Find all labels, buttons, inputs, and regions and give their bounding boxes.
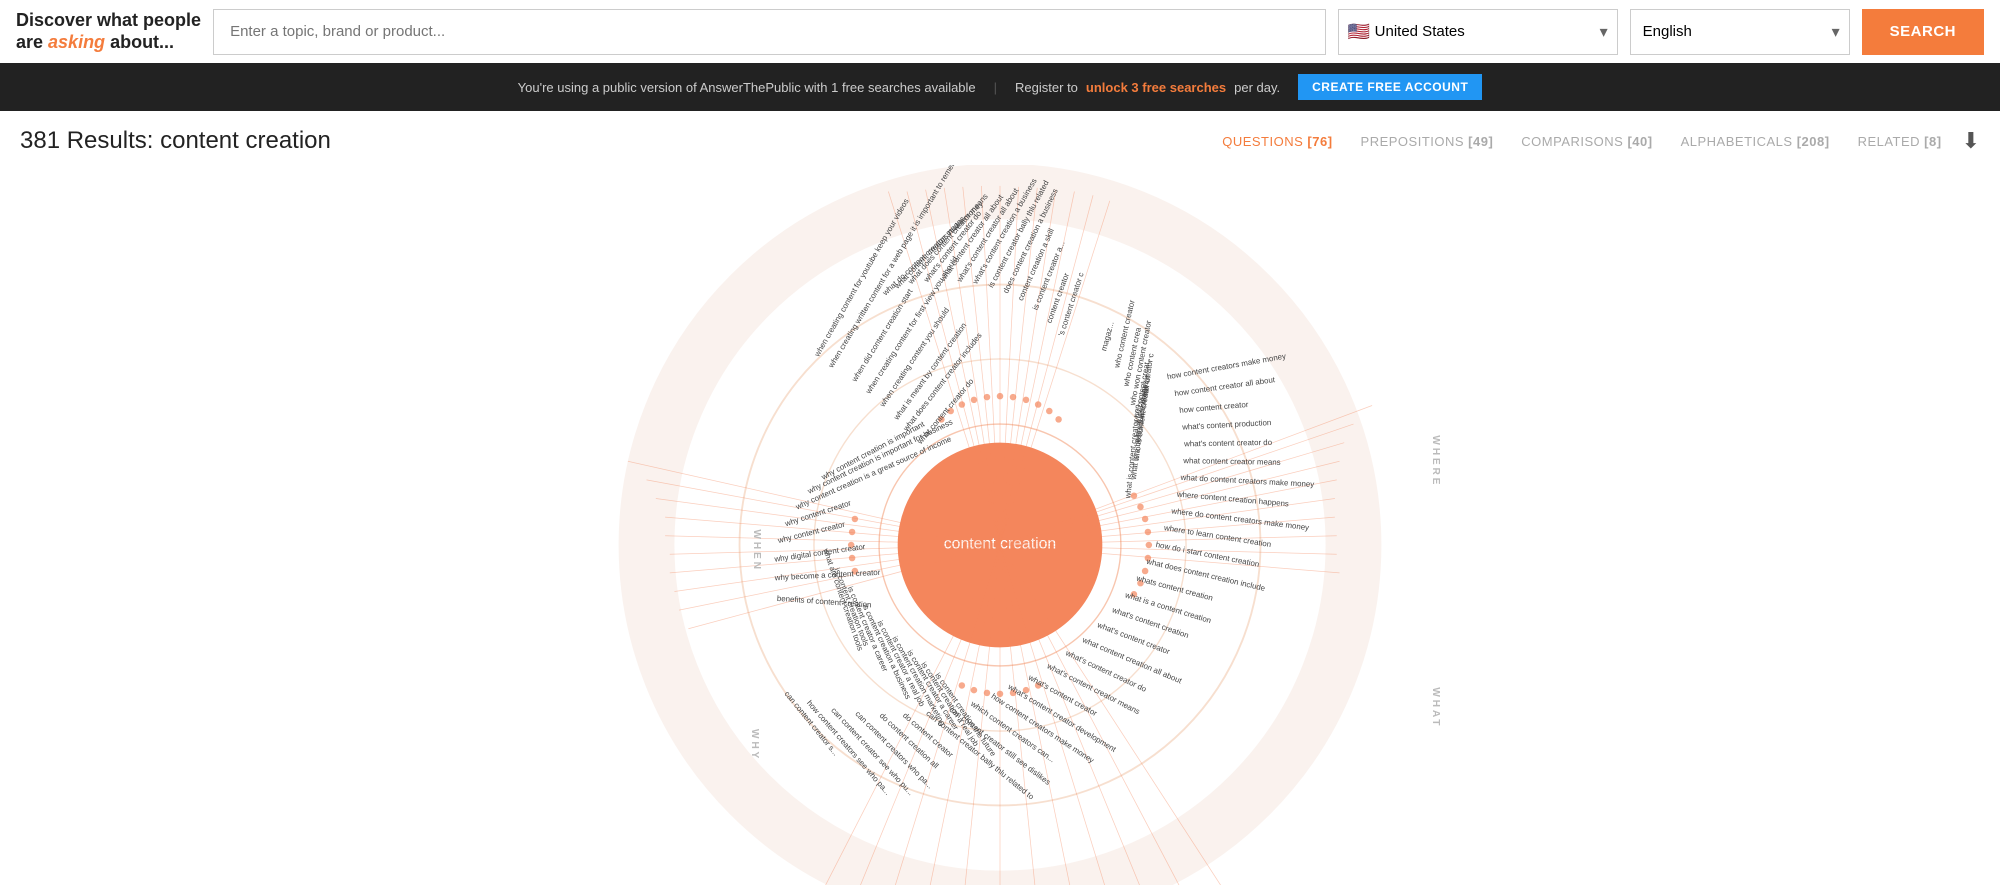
results-count: 381 xyxy=(20,127,60,154)
notification-text2: Register to xyxy=(1015,80,1078,95)
create-account-button[interactable]: CREATE FREE ACCOUNT xyxy=(1298,74,1482,100)
divider: | xyxy=(994,80,997,95)
header: Discover what people are asking about...… xyxy=(0,0,2000,63)
tab-alphabeticals[interactable]: ALPHABETICALS [208] xyxy=(1681,134,1830,149)
section-label-what: WHAT xyxy=(1430,687,1441,728)
results-bar: 381 Results: content creation QUESTIONS … xyxy=(0,111,2000,165)
tab-alphabeticals-label: ALPHABETICALS xyxy=(1681,134,1797,149)
search-input-wrap xyxy=(213,9,1326,55)
svg-text:how content creators see who p: how content creators see who pa... xyxy=(805,699,892,797)
tab-questions-count: [76] xyxy=(1307,134,1332,149)
tab-questions-label: QUESTIONS xyxy=(1222,134,1307,149)
viz-svg: content creation xyxy=(500,165,1500,885)
search-button[interactable]: SEARCH xyxy=(1862,9,1984,55)
notification-text1: You're using a public version of AnswerT… xyxy=(518,80,976,95)
tab-prepositions-count: [49] xyxy=(1468,134,1493,149)
viz-area: content creation xyxy=(0,165,2000,885)
logo: Discover what people are asking about... xyxy=(16,10,201,53)
logo-line1: Discover what people xyxy=(16,10,201,32)
unlock-link[interactable]: unlock 3 free searches xyxy=(1086,80,1226,95)
notification-text3: per day. xyxy=(1234,80,1280,95)
svg-text:what's content production: what's content production xyxy=(1181,418,1272,432)
results-label: Results: xyxy=(67,127,160,154)
tab-prepositions-label: PREPOSITIONS xyxy=(1361,134,1469,149)
tab-comparisons[interactable]: COMPARISONS [40] xyxy=(1521,134,1652,149)
language-select[interactable]: English xyxy=(1630,9,1850,55)
logo-asking: asking xyxy=(48,32,105,52)
svg-text:how content creator: how content creator xyxy=(1179,400,1249,415)
tab-related[interactable]: RELATED [8] xyxy=(1858,134,1942,149)
tabs-and-download: QUESTIONS [76] PREPOSITIONS [49] COMPARI… xyxy=(1222,128,1980,154)
tab-prepositions[interactable]: PREPOSITIONS [49] xyxy=(1361,134,1494,149)
logo-are: are xyxy=(16,32,48,52)
tab-comparisons-label: COMPARISONS xyxy=(1521,134,1627,149)
logo-about: about... xyxy=(105,32,174,52)
section-label-why: WHY xyxy=(749,729,760,761)
notification-bar: You're using a public version of AnswerT… xyxy=(0,63,2000,111)
svg-text:how content creator all about: how content creator all about xyxy=(1174,375,1276,398)
lang-select-wrap: English ▾ xyxy=(1630,9,1850,55)
svg-text:what's content creator do: what's content creator do xyxy=(1063,648,1148,694)
svg-text:what do content creators make: what do content creators make money xyxy=(1179,473,1314,489)
tab-related-count: [8] xyxy=(1924,134,1941,149)
svg-text:what's content creator do: what's content creator do xyxy=(1183,438,1273,449)
results-query: content creation xyxy=(160,127,331,154)
svg-text:magaz...: magaz... xyxy=(1099,320,1116,352)
country-select-wrap: 🇺🇸 United States ▾ xyxy=(1338,9,1618,55)
section-label-when: WHEN xyxy=(751,529,762,571)
results-title: 381 Results: content creation xyxy=(20,127,331,155)
tab-comparisons-count: [40] xyxy=(1627,134,1652,149)
section-label-where: WHERE xyxy=(1430,435,1441,487)
tab-alphabeticals-count: [208] xyxy=(1797,134,1830,149)
tab-related-label: RELATED xyxy=(1858,134,1925,149)
svg-text:what content creator means: what content creator means xyxy=(1182,456,1281,467)
tab-questions[interactable]: QUESTIONS [76] xyxy=(1222,134,1332,149)
results-tabs: QUESTIONS [76] PREPOSITIONS [49] COMPARI… xyxy=(1222,134,1941,149)
svg-text:what's content creator: what's content creator xyxy=(1026,672,1099,718)
search-input[interactable] xyxy=(213,9,1326,55)
download-icon[interactable]: ⬇ xyxy=(1962,128,1980,154)
country-select[interactable]: United States xyxy=(1338,9,1618,55)
